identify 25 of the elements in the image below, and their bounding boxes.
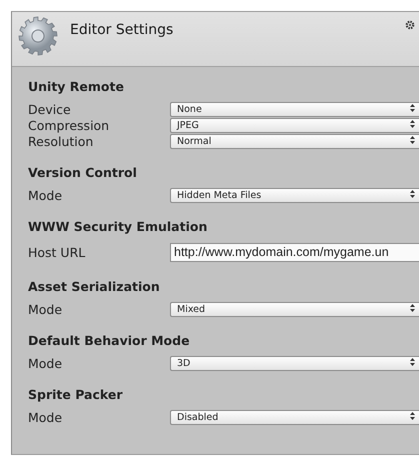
- gear-icon: [18, 16, 58, 56]
- field-label: Resolution: [28, 134, 94, 148]
- field-label: Mode: [28, 356, 64, 370]
- section-title: Version Control: [28, 164, 138, 182]
- section-title: Default Behavior Mode: [28, 332, 191, 350]
- section-title: Unity Remote: [28, 78, 125, 96]
- text-field[interactable]: http://www.mydomain.com/mygame.un: [170, 242, 419, 262]
- field-label: Mode: [28, 410, 64, 424]
- field-label: Mode: [28, 188, 64, 202]
- settings-icon[interactable]: [405, 20, 415, 30]
- field-label: Device: [28, 102, 72, 116]
- section-title: Asset Serialization: [28, 278, 161, 296]
- dropdown[interactable]: Normal: [170, 134, 419, 148]
- field-label: Mode: [28, 302, 64, 316]
- dropdown[interactable]: Mixed: [170, 302, 419, 316]
- dropdown[interactable]: None: [170, 102, 419, 116]
- dropdown[interactable]: Disabled: [170, 410, 419, 424]
- dropdown[interactable]: JPEG: [170, 118, 419, 132]
- section-title: WWW Security Emulation: [28, 218, 208, 236]
- field-label: Host URL: [28, 244, 86, 260]
- section-title: Sprite Packer: [28, 386, 124, 404]
- field-label: Compression: [28, 118, 110, 132]
- dropdown[interactable]: 3D: [170, 356, 419, 370]
- window-title: Editor Settings: [70, 22, 174, 38]
- dropdown[interactable]: Hidden Meta Files: [170, 188, 419, 202]
